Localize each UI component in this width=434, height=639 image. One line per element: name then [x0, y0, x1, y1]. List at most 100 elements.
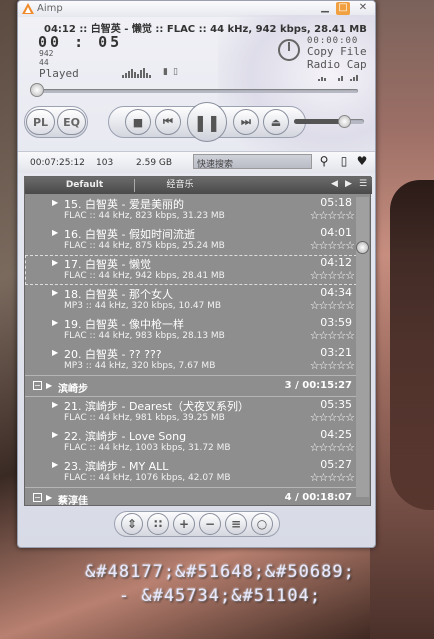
play-arrow-icon: ▶ [52, 228, 59, 237]
play-arrow-icon: ▶ [52, 460, 59, 469]
copy-file-button[interactable]: Copy File [307, 45, 367, 58]
playlist-group[interactable]: − ▶ 蔡淳佳 4 / 00:18:07 [25, 487, 357, 507]
pl-eq-group: PL EQ [24, 106, 88, 138]
remove-icon[interactable]: − [199, 513, 221, 535]
track-title: 18. 白智英 - 那个女人 [64, 288, 173, 301]
equalizer-button[interactable]: EQ [57, 109, 86, 135]
playlist-track[interactable]: ▶ 18. 白智英 - 那个女人 04:34 MP3 :: 44 kHz, 320 k… [25, 285, 357, 315]
playlist-track[interactable]: ▶ 16. 白智英 - 假如时间流逝 04:01 FLAC :: 44 kHz, 87… [25, 225, 357, 255]
rating-stars-icon[interactable]: ☆☆☆☆☆ [310, 209, 355, 222]
signal-icon[interactable] [350, 74, 358, 81]
playlist-track[interactable]: ▶ 20. 白智英 - ?? ??? 03:21 MP3 :: 44 kHz, 320… [25, 345, 357, 375]
rating-stars-icon[interactable]: ☆☆☆☆☆ [310, 359, 355, 372]
find-icon[interactable]: ○ [251, 513, 273, 535]
track-duration: 05:18 [320, 196, 352, 209]
bitrate-readout: 942 [39, 49, 54, 58]
track-title: 17. 白智英 - 懒觉 [64, 258, 151, 271]
previous-icon[interactable]: ⏮ [155, 109, 181, 135]
group-name: 滨崎步 [58, 384, 88, 395]
playlist-rows: ▶ 15. 白智英 - 爱是美丽的 05:18 FLAC :: 44 kHz, 823… [25, 195, 357, 507]
play-arrow-icon: ▶ [52, 348, 59, 357]
eject-icon[interactable]: ⏏ [263, 109, 289, 135]
tab-music[interactable]: 经音乐 [135, 179, 225, 192]
file-icon[interactable]: ▯ [336, 153, 352, 169]
rating-stars-icon[interactable]: ☆☆☆☆☆ [310, 239, 355, 252]
tab-prev-icon[interactable]: ◀ [331, 179, 338, 189]
track-title: 22. 滨崎步 - Love Song [64, 430, 187, 443]
samplerate-readout: 44 [39, 58, 49, 67]
seek-bar[interactable] [40, 89, 358, 93]
rating-stars-icon[interactable]: ☆☆☆☆☆ [310, 441, 355, 454]
shuffle-icon[interactable] [338, 74, 343, 81]
track-duration: 04:34 [320, 286, 352, 299]
play-arrow-icon: ▶ [52, 288, 59, 297]
list-icon[interactable]: ≡ [225, 513, 247, 535]
separator-icon: ▯ [173, 67, 178, 77]
wallpaper-figure [390, 180, 434, 510]
collapse-icon[interactable]: − [33, 381, 42, 390]
rating-stars-icon[interactable]: ☆☆☆☆☆ [310, 471, 355, 484]
rating-stars-icon[interactable]: ☆☆☆☆☆ [310, 269, 355, 282]
seek-handle[interactable] [30, 83, 44, 97]
spectrum-icon[interactable] [122, 68, 156, 78]
group-name: 蔡淳佳 [58, 496, 88, 507]
rating-stars-icon[interactable]: ☆☆☆☆☆ [310, 329, 355, 342]
playlist-button[interactable]: PL [26, 109, 55, 135]
track-format: FLAC :: 44 kHz, 875 kbps, 25.24 MB [64, 241, 225, 251]
rating-stars-icon[interactable]: ☆☆☆☆☆ [310, 411, 355, 424]
transport-controls: ■ ⏮ ❚❚ ⏭ ⏏ [108, 102, 306, 142]
track-title: 21. 滨崎步 - Dearest（犬夜叉系列） [64, 400, 250, 413]
add-icon[interactable]: + [173, 513, 195, 535]
minimize-icon[interactable]: ▁ [318, 2, 332, 15]
sort-icon[interactable]: ⇕ [121, 513, 143, 535]
playlist-track[interactable]: ▶ 23. 滨崎步 - MY ALL 05:27 FLAC :: 44 kHz, 10… [25, 457, 357, 487]
aimp-window: Aimp ▁ □ ✕ 04:12 :: 白智英 - 懒觉 :: FLAC :: … [17, 0, 376, 548]
quick-search-input[interactable]: 快速搜索 [193, 154, 312, 170]
playlist-track[interactable]: ▶ 17. 白智英 - 懒觉 04:12 FLAC :: 44 kHz, 942 kb… [25, 255, 357, 285]
track-format: FLAC :: 44 kHz, 981 kbps, 39.25 MB [64, 413, 225, 423]
tab-next-icon[interactable]: ▶ [345, 179, 352, 189]
track-title: 20. 白智英 - ?? ??? [64, 348, 162, 361]
play-arrow-icon: ▶ [46, 381, 53, 390]
scroll-thumb[interactable] [356, 241, 369, 254]
playlist-scrollbar[interactable] [356, 197, 369, 497]
track-duration: 03:59 [320, 316, 352, 329]
rating-stars-icon[interactable]: ☆☆☆☆☆ [310, 299, 355, 312]
search-icon[interactable]: ⚲ [316, 153, 332, 169]
track-duration: 04:25 [320, 428, 352, 441]
collapse-icon[interactable]: − [33, 493, 42, 502]
next-icon[interactable]: ⏭ [233, 109, 259, 135]
playlist-panel: Default 经音乐 ◀ ▶ ☰ ▶ 15. 白智英 - 爱是美丽的 05:18 F… [24, 176, 372, 507]
play-arrow-icon: ▶ [52, 400, 59, 409]
volume-slider[interactable] [294, 119, 364, 124]
track-format: FLAC :: 44 kHz, 1003 kbps, 31.72 MB [64, 443, 231, 453]
repeat-icon[interactable] [318, 74, 326, 81]
track-format: MP3 :: 44 kHz, 320 kbps, 7.67 MB [64, 361, 216, 371]
playlist-track[interactable]: ▶ 19. 白智英 - 像中枪一样 03:59 FLAC :: 44 kHz, 983… [25, 315, 357, 345]
play-arrow-icon: ▶ [52, 258, 59, 267]
desktop-caption-line1: &#48177;&#51648;&#50689; [85, 562, 355, 582]
track-title: 15. 白智英 - 爱是美丽的 [64, 198, 184, 211]
pause-icon[interactable]: ❚❚ [187, 102, 227, 142]
close-icon[interactable]: ✕ [356, 2, 370, 15]
track-title: 23. 滨崎步 - MY ALL [64, 460, 169, 473]
playlist-track[interactable]: ▶ 21. 滨崎步 - Dearest（犬夜叉系列） 05:35FLAC :: 44… [25, 397, 357, 427]
played-label: Played [39, 67, 79, 80]
app-title: Aimp [37, 3, 63, 14]
grid-icon[interactable]: ∷ [147, 513, 169, 535]
tab-menu-icon[interactable]: ☰ [359, 179, 367, 189]
total-size: 2.59 GB [136, 158, 173, 168]
track-duration: 05:35 [320, 398, 352, 411]
favorite-icon[interactable]: ♥ [354, 153, 370, 169]
timer-icon[interactable] [278, 39, 300, 61]
volume-handle[interactable] [338, 115, 351, 128]
stop-icon[interactable]: ■ [125, 109, 151, 135]
track-title: 16. 白智英 - 假如时间流逝 [64, 228, 195, 241]
playlist-group[interactable]: − ▶ 滨崎步 3 / 00:15:27 [25, 375, 357, 397]
maximize-icon[interactable]: □ [336, 2, 350, 15]
tab-default[interactable]: Default [35, 179, 135, 192]
radio-capture-button[interactable]: Radio Cap [307, 58, 367, 71]
playlist-track[interactable]: ▶ 15. 白智英 - 爱是美丽的 05:18 FLAC :: 44 kHz, 823… [25, 195, 357, 225]
desktop-caption-line2: - &#45734;&#51104; [118, 586, 322, 606]
playlist-track[interactable]: ▶ 22. 滨崎步 - Love Song 04:25 FLAC :: 44 kHz,… [25, 427, 357, 457]
